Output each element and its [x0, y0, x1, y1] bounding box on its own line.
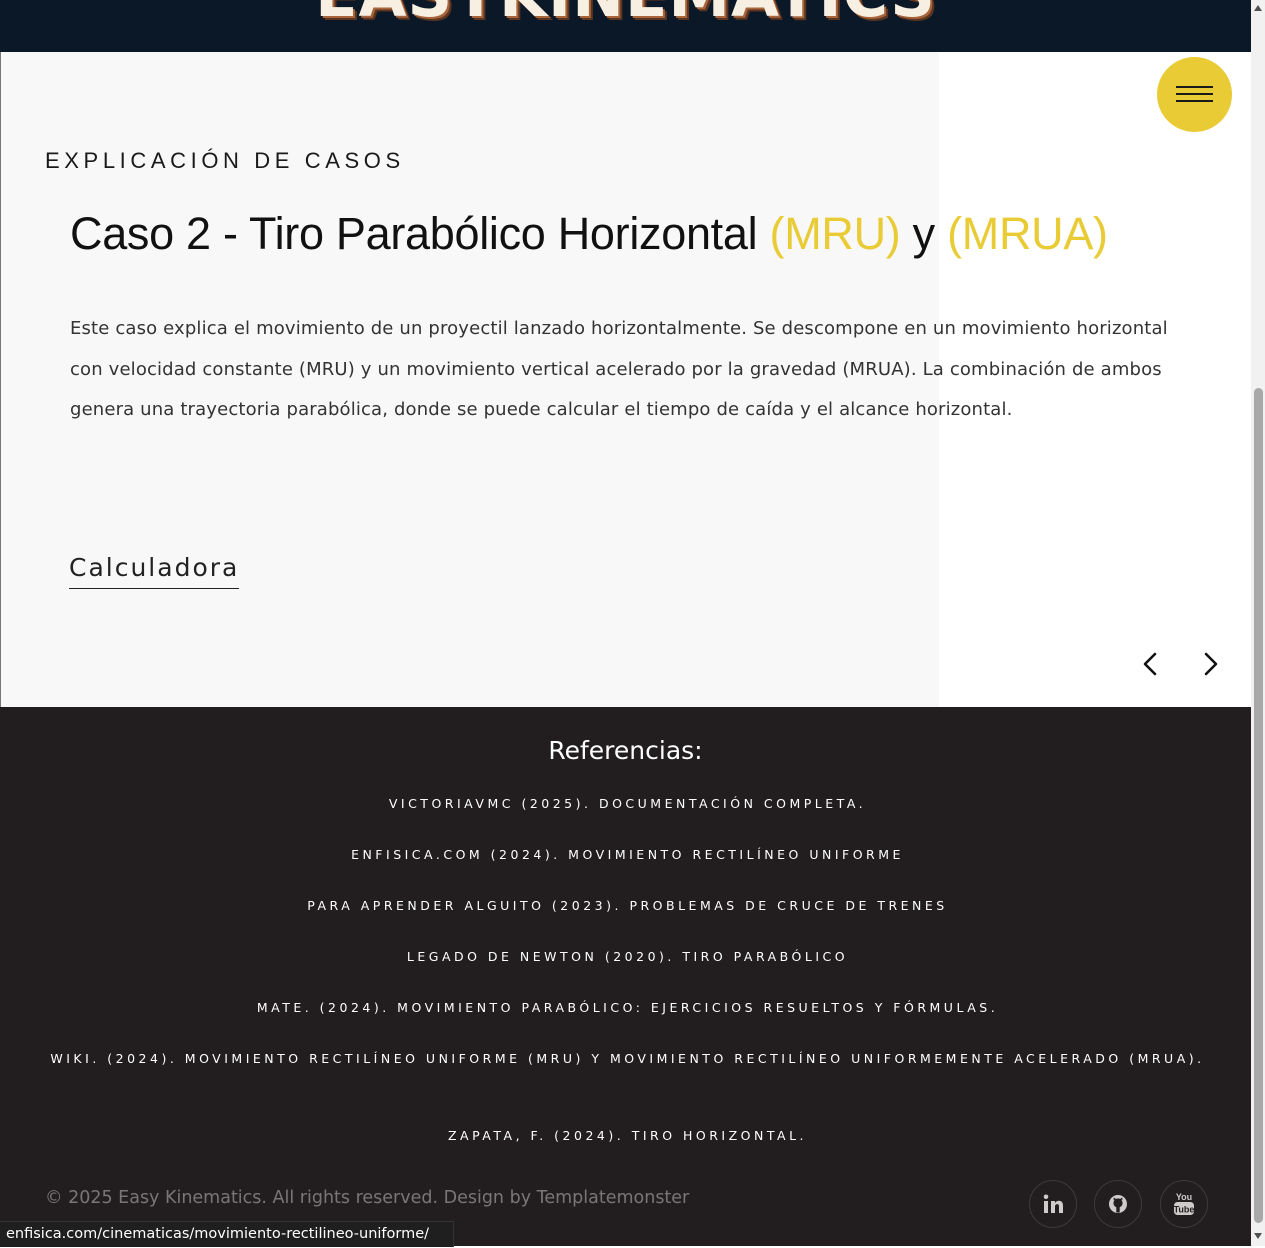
svg-text:Tube: Tube	[1174, 1205, 1195, 1215]
case-title-connector: y	[900, 208, 948, 259]
github-icon	[1109, 1195, 1127, 1213]
site-logo[interactable]: EASYKINEMATICS	[0, 0, 1251, 30]
reference-link[interactable]: Enfisica.com (2024). Movimiento Rectilín…	[20, 842, 1235, 868]
reference-link[interactable]: Legado de Newton (2020). Tiro parabólico	[20, 944, 1235, 970]
scroll-up-button[interactable]	[1251, 0, 1265, 16]
scroll-up-arrow-icon	[1254, 5, 1262, 11]
linkedin-icon	[1043, 1194, 1063, 1213]
slider-next-button[interactable]	[1196, 650, 1224, 678]
scrollbar-thumb[interactable]	[1254, 388, 1263, 1223]
github-button[interactable]	[1094, 1180, 1142, 1228]
chevron-left-icon	[1143, 652, 1157, 676]
reference-link[interactable]: Wiki. (2024). Movimiento Rectilíneo Unif…	[20, 1046, 1235, 1072]
case-description: Este caso explica el movimiento de un pr…	[70, 318, 1168, 420]
case-title-accent-mru: (MRU)	[769, 208, 901, 259]
case-title: Caso 2 - Tiro Parabólico Horizontal (MRU…	[70, 208, 1108, 260]
references-heading: Referencias:	[548, 736, 703, 765]
site-header-banner: EASYKINEMATICS	[0, 0, 1251, 53]
section-eyebrow: EXPLICACIÓN DE CASOS	[45, 148, 405, 173]
chevron-right-icon	[1204, 652, 1218, 676]
scroll-down-arrow-icon	[1254, 1233, 1262, 1239]
linkedin-button[interactable]	[1029, 1180, 1077, 1228]
reference-link[interactable]: Mate. (2024). Movimiento Parabólico: Eje…	[20, 995, 1235, 1021]
browser-status-url: enfisica.com/cinematicas/movimiento-rect…	[0, 1221, 455, 1247]
copyright-notice: © 2025 Easy Kinematics. All rights reser…	[45, 1188, 690, 1208]
calculator-link[interactable]: Calculadora	[69, 553, 240, 589]
case-title-text: Caso 2 - Tiro Parabólico Horizontal	[70, 208, 770, 259]
scroll-down-button[interactable]	[1251, 1228, 1265, 1244]
menu-toggle-button[interactable]	[1157, 57, 1232, 132]
slider-prev-button[interactable]	[1137, 650, 1165, 678]
reference-link[interactable]: Zapata, F. (2024). Tiro horizontal.	[20, 1123, 1235, 1149]
site-footer	[0, 707, 1251, 1246]
svg-text:You: You	[1176, 1192, 1192, 1202]
reference-link[interactable]: VictoriaVMC (2025). Documentación comple…	[20, 791, 1235, 817]
youtube-button[interactable]: You Tube	[1160, 1180, 1208, 1228]
reference-link[interactable]: Para Aprender Alguito (2023). Problemas …	[20, 893, 1235, 919]
youtube-icon: You Tube	[1174, 1192, 1195, 1215]
case-title-accent-mrua: (MRUA)	[947, 208, 1108, 259]
